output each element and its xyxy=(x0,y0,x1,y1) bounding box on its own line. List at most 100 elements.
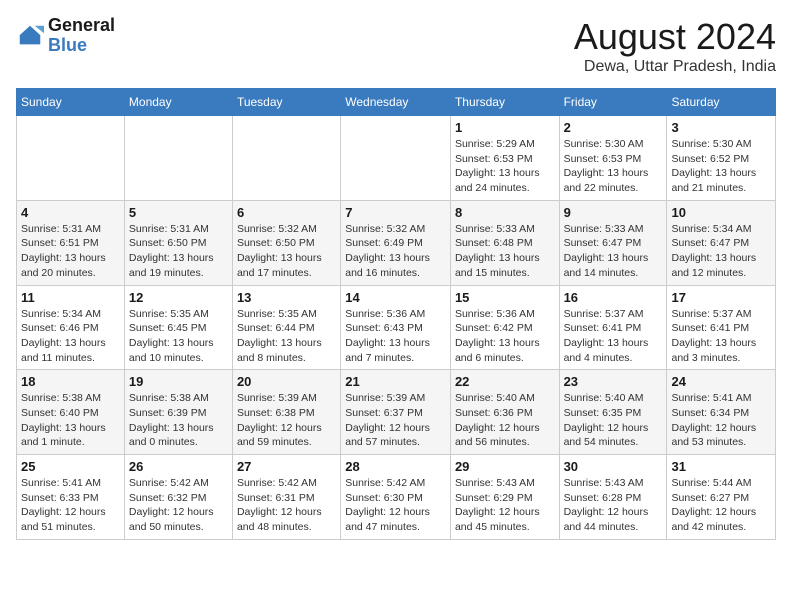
day-cell xyxy=(124,116,232,201)
day-number: 29 xyxy=(455,459,555,474)
header-friday: Friday xyxy=(559,89,667,116)
week-row-4: 18Sunrise: 5:38 AM Sunset: 6:40 PM Dayli… xyxy=(17,370,776,455)
day-cell: 14Sunrise: 5:36 AM Sunset: 6:43 PM Dayli… xyxy=(341,285,451,370)
day-info: Sunrise: 5:43 AM Sunset: 6:28 PM Dayligh… xyxy=(564,476,663,535)
day-cell: 24 Sunrise: 5:41 AM Sunset: 6:34 PM Dayli… xyxy=(667,370,776,455)
page-header: General Blue August 2024 Dewa, Uttar Pra… xyxy=(16,16,776,76)
day-cell: 3 Sunrise: 5:30 AM Sunset: 6:52 PM Daylig… xyxy=(667,116,776,201)
day-info: Sunrise: 5:29 AM Sunset: 6:53 PM Dayligh… xyxy=(455,137,555,196)
week-row-5: 25 Sunrise: 5:41 AM Sunset: 6:33 PM Dayli… xyxy=(17,455,776,540)
day-number: 31 xyxy=(671,459,771,474)
day-info: Sunrise: 5:35 AM Sunset: 6:44 PM Dayligh… xyxy=(237,307,336,366)
day-info: Sunrise: 5:31 AM Sunset: 6:50 PM Dayligh… xyxy=(129,222,228,281)
day-number: 5 xyxy=(129,205,228,220)
day-number: 2 xyxy=(564,120,663,135)
day-info: Sunrise: 5:40 AM Sunset: 6:36 PM Dayligh… xyxy=(455,391,555,450)
day-info: Sunrise: 5:33 AM Sunset: 6:47 PM Dayligh… xyxy=(564,222,663,281)
day-number: 7 xyxy=(345,205,446,220)
week-row-3: 11 Sunrise: 5:34 AM Sunset: 6:46 PM Dayli… xyxy=(17,285,776,370)
day-info: Sunrise: 5:42 AM Sunset: 6:31 PM Dayligh… xyxy=(237,476,336,535)
header-tuesday: Tuesday xyxy=(232,89,340,116)
day-cell: 4 Sunrise: 5:31 AM Sunset: 6:51 PM Daylig… xyxy=(17,200,125,285)
day-number: 19 xyxy=(129,374,228,389)
day-cell: 6 Sunrise: 5:32 AM Sunset: 6:50 PM Daylig… xyxy=(232,200,340,285)
day-cell: 26 Sunrise: 5:42 AM Sunset: 6:32 PM Dayli… xyxy=(124,455,232,540)
day-info: Sunrise: 5:41 AM Sunset: 6:34 PM Dayligh… xyxy=(671,391,771,450)
day-cell: 22Sunrise: 5:40 AM Sunset: 6:36 PM Dayli… xyxy=(450,370,559,455)
day-info: Sunrise: 5:36 AM Sunset: 6:42 PM Dayligh… xyxy=(455,307,555,366)
day-cell: 7 Sunrise: 5:32 AM Sunset: 6:49 PM Daylig… xyxy=(341,200,451,285)
day-cell: 23 Sunrise: 5:40 AM Sunset: 6:35 PM Dayli… xyxy=(559,370,667,455)
day-cell: 21 Sunrise: 5:39 AM Sunset: 6:37 PM Dayli… xyxy=(341,370,451,455)
day-number: 28 xyxy=(345,459,446,474)
logo: General Blue xyxy=(16,16,115,56)
day-number: 26 xyxy=(129,459,228,474)
day-number: 6 xyxy=(237,205,336,220)
logo-icon xyxy=(16,22,44,50)
day-info: Sunrise: 5:30 AM Sunset: 6:53 PM Dayligh… xyxy=(564,137,663,196)
day-number: 20 xyxy=(237,374,336,389)
day-cell: 28Sunrise: 5:42 AM Sunset: 6:30 PM Dayli… xyxy=(341,455,451,540)
day-number: 3 xyxy=(671,120,771,135)
header-sunday: Sunday xyxy=(17,89,125,116)
location-label: Dewa, Uttar Pradesh, India xyxy=(574,58,776,76)
day-number: 24 xyxy=(671,374,771,389)
day-number: 16 xyxy=(564,290,663,305)
day-cell: 16Sunrise: 5:37 AM Sunset: 6:41 PM Dayli… xyxy=(559,285,667,370)
week-row-1: 1 Sunrise: 5:29 AM Sunset: 6:53 PM Daylig… xyxy=(17,116,776,201)
day-info: Sunrise: 5:34 AM Sunset: 6:46 PM Dayligh… xyxy=(21,307,120,366)
day-number: 25 xyxy=(21,459,120,474)
day-cell: 18Sunrise: 5:38 AM Sunset: 6:40 PM Dayli… xyxy=(17,370,125,455)
day-info: Sunrise: 5:33 AM Sunset: 6:48 PM Dayligh… xyxy=(455,222,555,281)
day-number: 13 xyxy=(237,290,336,305)
day-number: 9 xyxy=(564,205,663,220)
day-number: 12 xyxy=(129,290,228,305)
day-number: 14 xyxy=(345,290,446,305)
day-number: 11 xyxy=(21,290,120,305)
day-number: 17 xyxy=(671,290,771,305)
day-cell: 10Sunrise: 5:34 AM Sunset: 6:47 PM Dayli… xyxy=(667,200,776,285)
day-info: Sunrise: 5:38 AM Sunset: 6:39 PM Dayligh… xyxy=(129,391,228,450)
day-info: Sunrise: 5:44 AM Sunset: 6:27 PM Dayligh… xyxy=(671,476,771,535)
day-cell: 5 Sunrise: 5:31 AM Sunset: 6:50 PM Daylig… xyxy=(124,200,232,285)
day-cell: 31 Sunrise: 5:44 AM Sunset: 6:27 PM Dayli… xyxy=(667,455,776,540)
day-number: 18 xyxy=(21,374,120,389)
day-cell: 12 Sunrise: 5:35 AM Sunset: 6:45 PM Dayli… xyxy=(124,285,232,370)
header-saturday: Saturday xyxy=(667,89,776,116)
day-number: 21 xyxy=(345,374,446,389)
header-wednesday: Wednesday xyxy=(341,89,451,116)
day-info: Sunrise: 5:32 AM Sunset: 6:49 PM Dayligh… xyxy=(345,222,446,281)
day-cell: 30 Sunrise: 5:43 AM Sunset: 6:28 PM Dayli… xyxy=(559,455,667,540)
day-cell: 20Sunrise: 5:39 AM Sunset: 6:38 PM Dayli… xyxy=(232,370,340,455)
day-info: Sunrise: 5:32 AM Sunset: 6:50 PM Dayligh… xyxy=(237,222,336,281)
logo-blue: Blue xyxy=(48,36,115,56)
title-area: August 2024 Dewa, Uttar Pradesh, India xyxy=(574,16,776,76)
header-thursday: Thursday xyxy=(450,89,559,116)
day-info: Sunrise: 5:40 AM Sunset: 6:35 PM Dayligh… xyxy=(564,391,663,450)
day-info: Sunrise: 5:30 AM Sunset: 6:52 PM Dayligh… xyxy=(671,137,771,196)
day-info: Sunrise: 5:35 AM Sunset: 6:45 PM Dayligh… xyxy=(129,307,228,366)
calendar-header-row: SundayMondayTuesdayWednesdayThursdayFrid… xyxy=(17,89,776,116)
day-info: Sunrise: 5:31 AM Sunset: 6:51 PM Dayligh… xyxy=(21,222,120,281)
day-number: 1 xyxy=(455,120,555,135)
day-cell: 8Sunrise: 5:33 AM Sunset: 6:48 PM Daylig… xyxy=(450,200,559,285)
day-info: Sunrise: 5:39 AM Sunset: 6:37 PM Dayligh… xyxy=(345,391,446,450)
day-info: Sunrise: 5:42 AM Sunset: 6:32 PM Dayligh… xyxy=(129,476,228,535)
month-year-title: August 2024 xyxy=(574,16,776,58)
calendar-table: SundayMondayTuesdayWednesdayThursdayFrid… xyxy=(16,88,776,540)
day-cell: 9 Sunrise: 5:33 AM Sunset: 6:47 PM Daylig… xyxy=(559,200,667,285)
day-cell: 1 Sunrise: 5:29 AM Sunset: 6:53 PM Daylig… xyxy=(450,116,559,201)
day-number: 30 xyxy=(564,459,663,474)
day-number: 4 xyxy=(21,205,120,220)
week-row-2: 4 Sunrise: 5:31 AM Sunset: 6:51 PM Daylig… xyxy=(17,200,776,285)
day-cell: 11 Sunrise: 5:34 AM Sunset: 6:46 PM Dayli… xyxy=(17,285,125,370)
day-info: Sunrise: 5:41 AM Sunset: 6:33 PM Dayligh… xyxy=(21,476,120,535)
day-info: Sunrise: 5:37 AM Sunset: 6:41 PM Dayligh… xyxy=(671,307,771,366)
logo-general: General xyxy=(48,16,115,36)
day-number: 23 xyxy=(564,374,663,389)
day-cell: 15Sunrise: 5:36 AM Sunset: 6:42 PM Dayli… xyxy=(450,285,559,370)
day-cell: 27Sunrise: 5:42 AM Sunset: 6:31 PM Dayli… xyxy=(232,455,340,540)
day-cell xyxy=(341,116,451,201)
day-cell: 25 Sunrise: 5:41 AM Sunset: 6:33 PM Dayli… xyxy=(17,455,125,540)
day-cell: 13 Sunrise: 5:35 AM Sunset: 6:44 PM Dayli… xyxy=(232,285,340,370)
